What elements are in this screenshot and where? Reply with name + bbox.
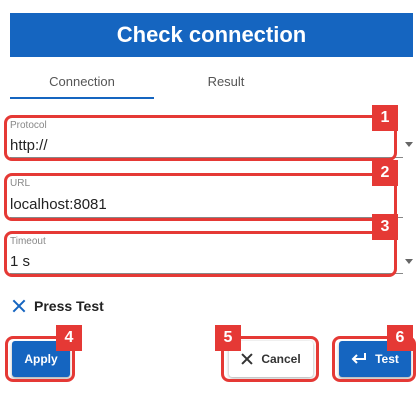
url-underline <box>10 217 403 218</box>
protocol-underline <box>10 157 403 158</box>
cancel-button-label: Cancel <box>261 352 301 366</box>
timeout-underline <box>10 273 403 274</box>
callout-number-6: 6 <box>387 325 413 351</box>
callout-number-2: 2 <box>372 160 398 186</box>
tab-bar: Connection Result <box>10 62 413 100</box>
protocol-select[interactable]: Protocol http:// <box>10 118 403 158</box>
tab-result[interactable]: Result <box>154 62 298 100</box>
protocol-value: http:// <box>10 137 48 154</box>
active-tab-indicator <box>10 97 154 99</box>
status-text: Press Test <box>34 298 104 314</box>
protocol-dropdown-icon[interactable] <box>405 142 413 147</box>
dialog-header: Check connection <box>10 13 413 57</box>
test-button-label: Test <box>375 352 399 366</box>
timeout-dropdown-icon[interactable] <box>405 259 413 264</box>
url-label: URL <box>10 178 31 189</box>
callout-number-3: 3 <box>372 214 398 240</box>
enter-arrow-icon <box>351 353 367 364</box>
callout-number-1: 1 <box>372 105 398 131</box>
dialog-title: Check connection <box>116 22 307 47</box>
apply-button-label: Apply <box>24 352 58 366</box>
close-icon <box>12 299 26 313</box>
url-input[interactable]: URL localhost:8081 <box>10 176 403 218</box>
timeout-value: 1 s <box>10 253 31 270</box>
close-icon <box>241 353 253 365</box>
callout-number-4: 4 <box>56 325 82 351</box>
callout-number-5: 5 <box>215 325 241 351</box>
url-value: localhost:8081 <box>10 196 107 213</box>
protocol-label: Protocol <box>10 120 47 131</box>
tab-connection[interactable]: Connection <box>10 62 154 100</box>
test-status: Press Test <box>12 296 104 316</box>
timeout-label: Timeout <box>10 236 46 247</box>
timeout-select[interactable]: Timeout 1 s <box>10 234 403 274</box>
cancel-button[interactable]: Cancel <box>229 341 313 377</box>
